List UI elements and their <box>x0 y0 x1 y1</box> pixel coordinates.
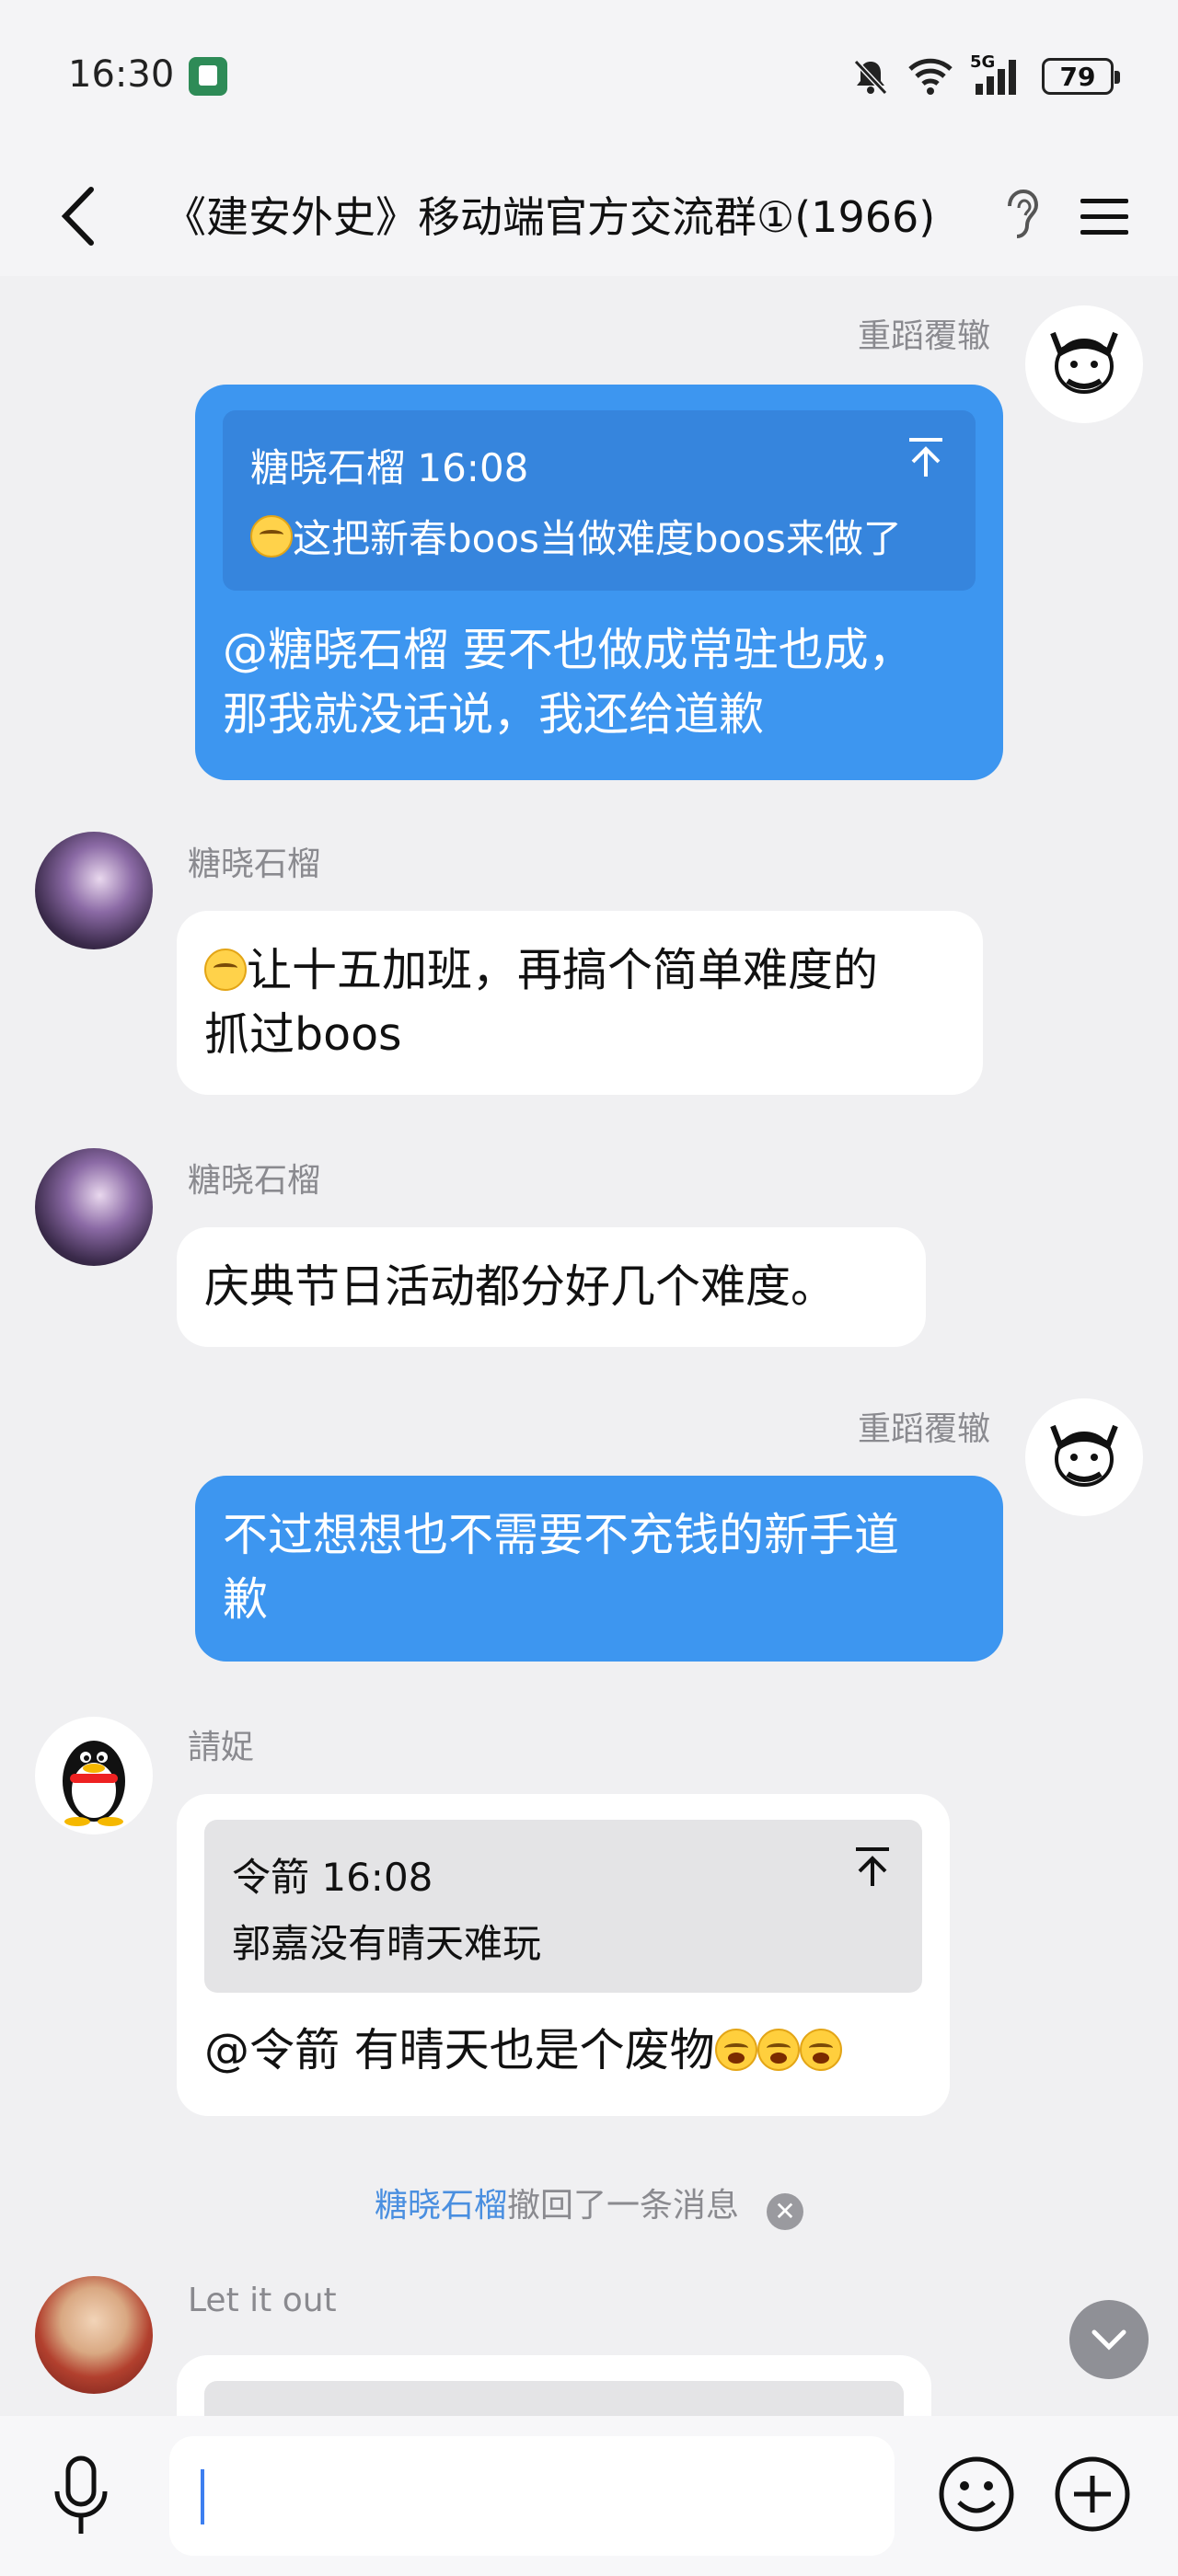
smirk-emoji-icon <box>204 949 247 991</box>
sender-name: 糖晓石榴 <box>188 845 321 883</box>
smirk-emoji-icon <box>250 515 293 558</box>
message-text: 庆典节日活动都分好几个难度。 <box>204 1260 837 1313</box>
sender-name: 糖晓石榴 <box>188 1162 321 1200</box>
recall-text: 撤回了一条消息 <box>507 2187 740 2225</box>
text-caret <box>201 2469 204 2524</box>
avatar[interactable] <box>1025 305 1143 423</box>
recall-notice: 糖晓石榴撤回了一条消息 ✕ <box>0 2179 1178 2230</box>
avatar[interactable] <box>35 2276 153 2394</box>
quoted-message[interactable]: 令箭 16:08 郭嘉没有晴天难玩 <box>204 1820 922 1993</box>
status-icons: 5G 79 <box>850 52 1120 98</box>
message-input[interactable] <box>169 2436 895 2556</box>
message-text: @糖晓石榴 要不也做成常驻也成， 那我就没话说，我还给道歉 <box>223 618 914 747</box>
message-line: 让十五加班，再搞个简单难度的 <box>204 938 878 1003</box>
battery-indicator: 79 <box>1042 58 1120 95</box>
input-bar <box>0 2416 1178 2576</box>
status-time: 16:30 <box>68 53 175 96</box>
quote-text: 这把新春boos当做难度boos来做了 <box>293 516 902 561</box>
microphone-icon[interactable] <box>44 2451 118 2543</box>
sender-name: 重蹈覆辙 <box>857 1410 990 1448</box>
avatar[interactable] <box>35 1148 153 1266</box>
message-line: 歉 <box>223 1573 269 1626</box>
cellular-signal-icon: 5G <box>970 52 1025 97</box>
crying-emoji-icon <box>756 2029 800 2071</box>
message-bubble[interactable]: 让十五加班，再搞个简单难度的 抓过boos <box>177 911 983 1095</box>
menu-button[interactable] <box>1068 180 1141 254</box>
message-line: 那我就没话说，我还给道歉 <box>223 688 765 741</box>
quote-text: 郭嘉没有晴天难玩 <box>232 1921 542 1966</box>
quoted-message[interactable]: 糖晓石榴 16:08 这把新春boos当做难度boos来做了 <box>223 410 976 591</box>
emoji-icon[interactable] <box>935 2453 1018 2536</box>
cartoon-face-icon <box>1050 331 1118 394</box>
message-line-text: 让十五加班，再搞个简单难度的 <box>247 944 879 996</box>
chevron-left-icon <box>61 187 94 246</box>
jump-to-quote-icon[interactable] <box>906 434 946 480</box>
network-type: 5G <box>970 52 996 72</box>
message-bubble[interactable]: 不过想想也不需要不充钱的新手道 歉 <box>195 1476 1003 1662</box>
sender-name: 請娖 <box>188 1729 255 1766</box>
quote-author-time: 令箭 16:08 <box>232 1855 433 1900</box>
quote-author-time: 糖晓石榴 16:08 <box>250 445 529 490</box>
chevron-down-icon <box>1091 2329 1126 2351</box>
app-notification-icon <box>189 57 227 96</box>
plus-icon[interactable] <box>1051 2453 1134 2536</box>
ear-icon[interactable] <box>999 186 1045 245</box>
recall-user-link[interactable]: 糖晓石榴 <box>375 2187 507 2225</box>
sender-name: Let it out <box>188 2282 337 2319</box>
status-bar: 16:30 5G 79 <box>0 0 1178 156</box>
crying-emoji-icon <box>714 2029 757 2071</box>
message-bubble[interactable]: 庆典节日活动都分好几个难度。 <box>177 1227 926 1347</box>
message-line: 抓过boos <box>204 1008 402 1061</box>
wifi-icon <box>908 58 953 95</box>
penguin-icon <box>63 1741 125 1826</box>
close-icon[interactable]: ✕ <box>767 2193 804 2230</box>
message-line: @糖晓石榴 要不也做成常驻也成， <box>223 624 914 676</box>
crying-emoji-icon <box>799 2029 842 2071</box>
quote-text-row: 这把新春boos当做难度boos来做了 <box>250 507 902 571</box>
avatar[interactable] <box>1025 1398 1143 1516</box>
message-line: 不过想想也不需要不充钱的新手道 <box>223 1509 900 1561</box>
message-bubble[interactable]: 令箭 16:08 郭嘉没有晴天难玩 @令箭 有晴天也是个废物 <box>177 1794 950 2116</box>
message-line: @令箭 有晴天也是个废物 <box>204 2024 715 2076</box>
group-title[interactable]: 《建安外史》移动端官方交流群①(1966) <box>164 184 935 245</box>
mute-bell-icon <box>853 59 888 96</box>
message-text: 让十五加班，再搞个简单难度的 抓过boos <box>204 938 878 1067</box>
message-text: @令箭 有晴天也是个废物 <box>204 2018 842 2083</box>
message-text: 不过想想也不需要不充钱的新手道 歉 <box>223 1503 899 1632</box>
cartoon-face-icon <box>1050 1424 1118 1487</box>
back-button[interactable] <box>37 175 120 258</box>
jump-to-quote-icon[interactable] <box>852 1844 893 1890</box>
scroll-to-bottom-button[interactable] <box>1069 2300 1149 2379</box>
message-bubble[interactable]: 糖晓石榴 16:08 这把新春boos当做难度boos来做了 @糖晓石榴 要不也… <box>195 385 1003 780</box>
avatar[interactable] <box>35 832 153 949</box>
hamburger-icon <box>1080 199 1128 235</box>
chat-header: 《建安外史》移动端官方交流群①(1966) <box>0 156 1178 276</box>
sender-name: 重蹈覆辙 <box>857 317 990 355</box>
avatar[interactable] <box>35 1717 153 1834</box>
